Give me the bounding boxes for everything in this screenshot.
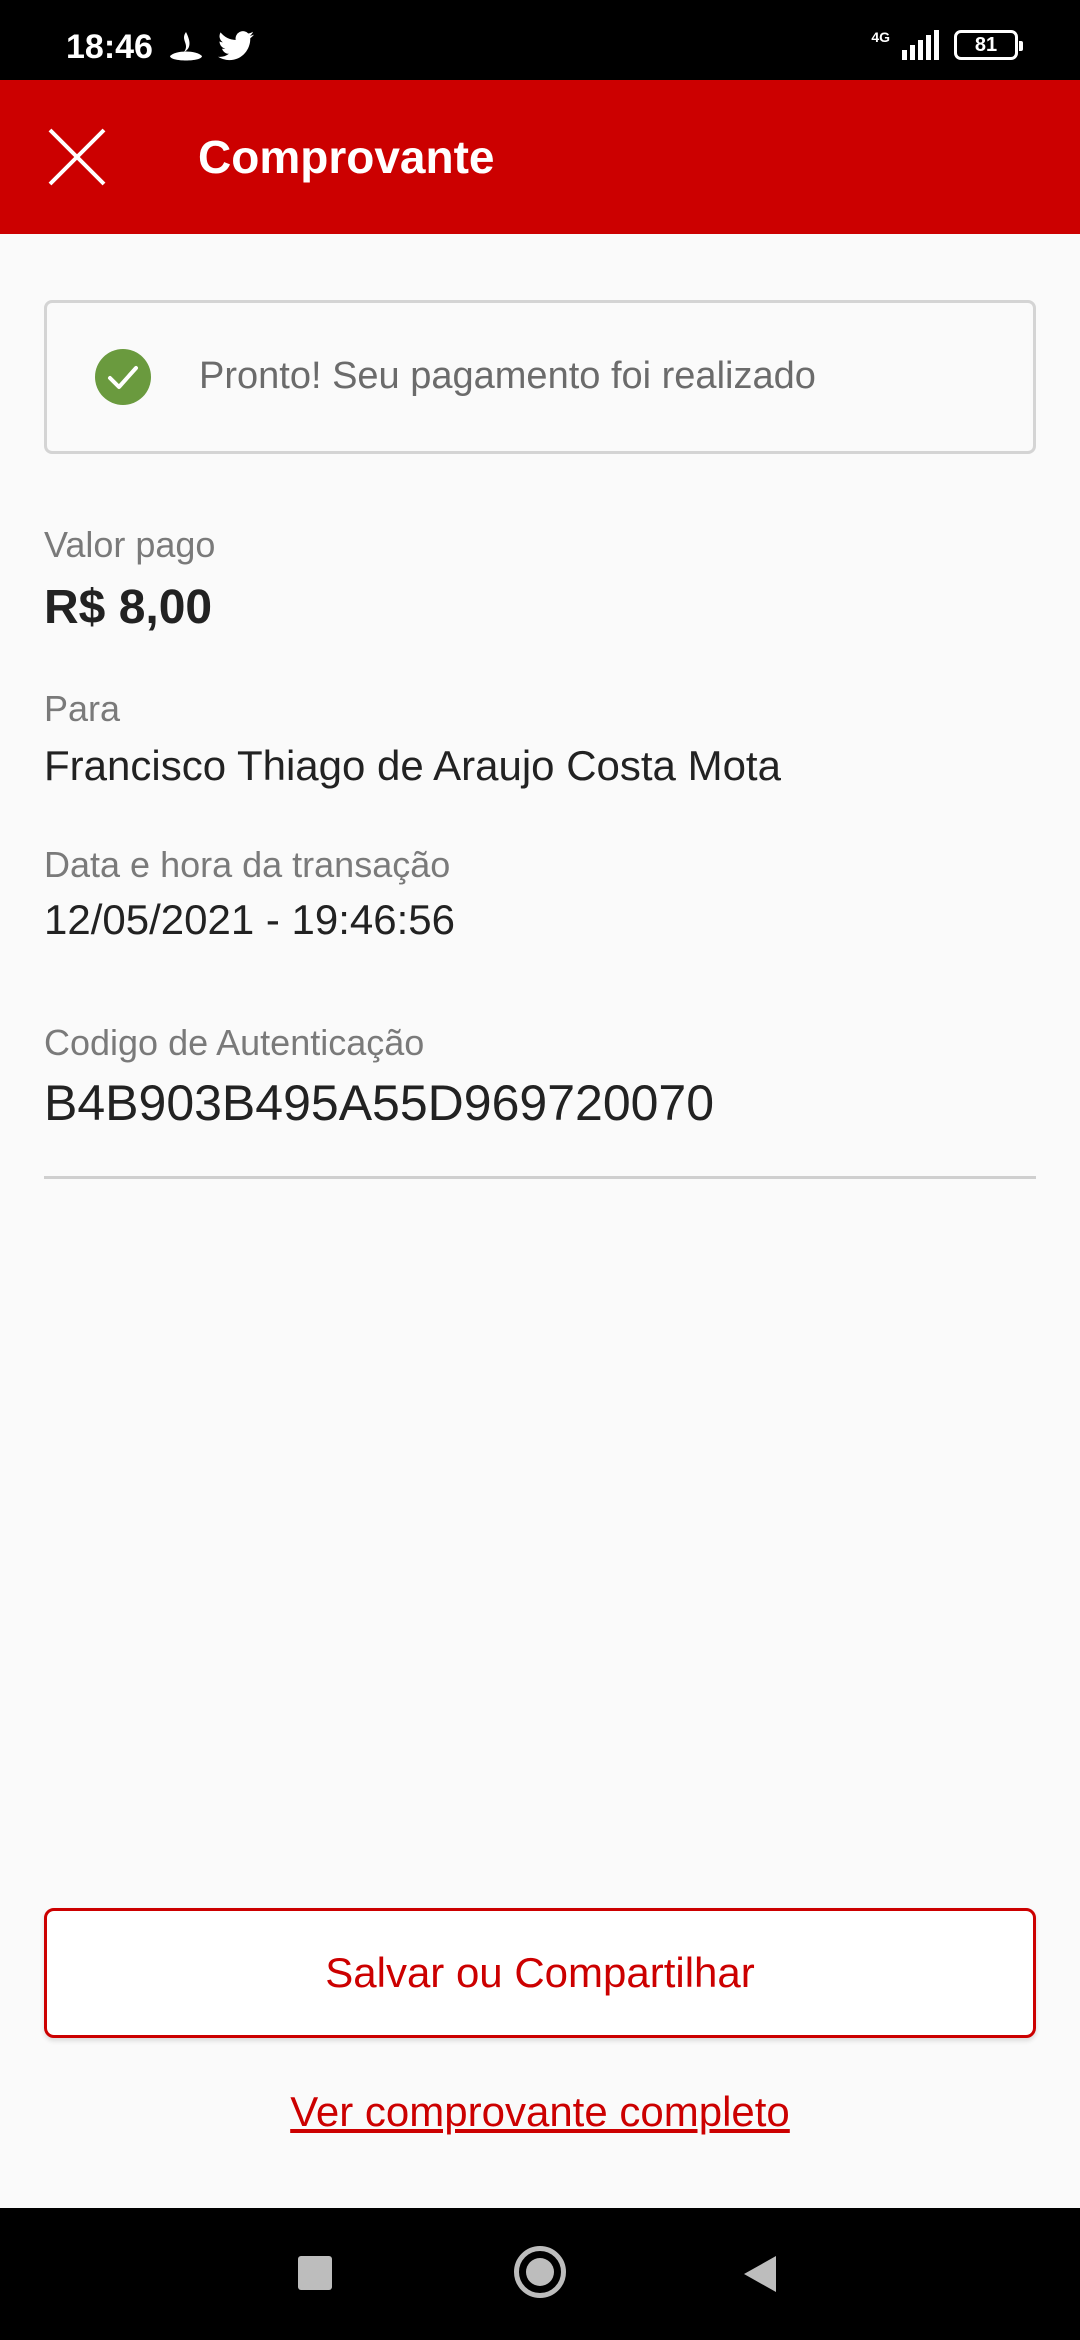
- status-indicators: 4G 81: [871, 29, 1023, 60]
- divider: [44, 1176, 1036, 1179]
- datetime-value: 12/05/2021 - 19:46:56: [44, 896, 456, 943]
- recipient-value: Francisco Thiago de Araujo Costa Mota: [44, 742, 781, 789]
- network-type: 4G: [871, 29, 890, 45]
- auth-code-value: B4B903B495A55D969720070: [44, 1075, 715, 1131]
- success-message: Pronto! Seu pagamento foi realizado: [199, 355, 816, 397]
- amount-value: R$ 8,00: [44, 581, 213, 634]
- twitter-icon: [218, 31, 254, 61]
- battery-level: 81: [974, 33, 998, 56]
- home-icon[interactable]: [514, 2246, 566, 2298]
- navigation-bar: [0, 2208, 1080, 2340]
- check-circle-icon: [95, 349, 151, 405]
- view-full-receipt-link[interactable]: Ver comprovante completo: [0, 2088, 1080, 2136]
- recent-apps-icon[interactable]: [298, 2256, 332, 2290]
- status-time: 18:46: [66, 28, 153, 66]
- save-share-button[interactable]: Salvar ou Compartilhar: [44, 1908, 1036, 2038]
- back-icon[interactable]: [742, 2254, 778, 2294]
- datetime-label: Data e hora da transação: [44, 844, 451, 885]
- amount-label: Valor pago: [44, 524, 216, 565]
- status-bar: 18:46 4G 81: [0, 0, 1080, 80]
- close-icon[interactable]: [44, 124, 110, 190]
- signal-icon: [902, 30, 939, 60]
- santander-icon: [170, 32, 202, 61]
- battery-icon: 81: [954, 30, 1023, 60]
- status-app-icons: [166, 30, 254, 66]
- recipient-label: Para: [44, 688, 121, 729]
- page-title: Comprovante: [198, 131, 495, 183]
- auth-code-label: Codigo de Autenticação: [44, 1022, 425, 1063]
- app-bar: Comprovante: [0, 80, 1080, 234]
- success-banner: Pronto! Seu pagamento foi realizado: [44, 300, 1036, 454]
